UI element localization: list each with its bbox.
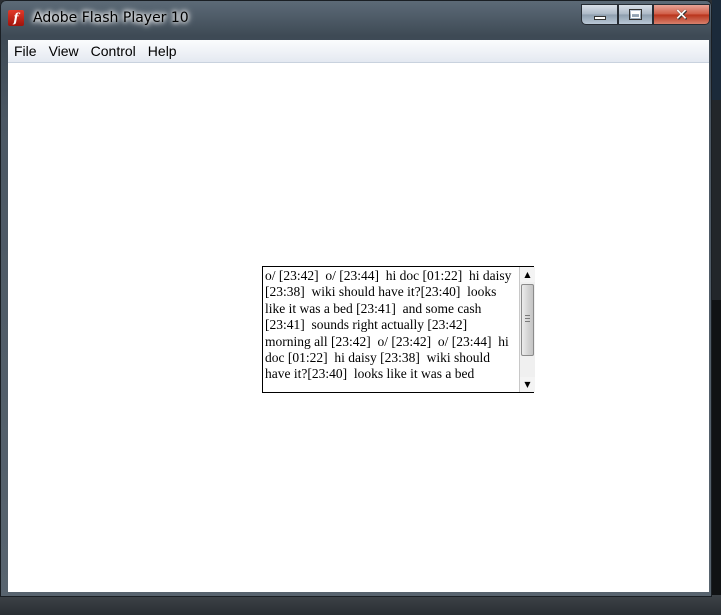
- window-controls: ✕: [581, 4, 710, 25]
- grip-icon: [525, 315, 530, 324]
- maximize-button[interactable]: [618, 4, 653, 25]
- chat-log-text[interactable]: o/ [23:42] o/ [23:44] hi doc [01:22] hi …: [265, 268, 517, 391]
- menu-view[interactable]: View: [43, 40, 85, 62]
- taskbar-strip: [0, 595, 721, 615]
- scroll-up-button[interactable]: ▲: [520, 267, 535, 282]
- menu-help[interactable]: Help: [142, 40, 183, 62]
- close-icon: ✕: [674, 4, 689, 24]
- window-title: Adobe Flash Player 10: [33, 10, 189, 26]
- maximize-icon: [629, 9, 642, 20]
- scroll-thumb[interactable]: [521, 284, 534, 356]
- flash-player-icon[interactable]: f: [8, 10, 24, 26]
- chat-scrollbar[interactable]: ▲ ▼: [519, 267, 535, 392]
- scroll-down-button[interactable]: ▼: [520, 377, 535, 392]
- scroll-down-arrow-icon: ▼: [524, 380, 531, 389]
- scroll-up-arrow-icon: ▲: [524, 270, 531, 279]
- menu-file[interactable]: File: [8, 40, 43, 62]
- menu-control[interactable]: Control: [85, 40, 142, 62]
- flash-player-window: f Adobe Flash Player 10 ✕ File View Cont…: [0, 0, 712, 597]
- menu-bar: File View Control Help: [8, 40, 709, 63]
- desktop-background: [712, 0, 721, 615]
- minimize-button[interactable]: [581, 4, 618, 25]
- close-button[interactable]: ✕: [653, 4, 710, 25]
- minimize-icon: [593, 16, 606, 20]
- chat-log-textarea[interactable]: o/ [23:42] o/ [23:44] hi doc [01:22] hi …: [262, 266, 535, 393]
- flash-stage: o/ [23:42] o/ [23:44] hi doc [01:22] hi …: [8, 63, 709, 592]
